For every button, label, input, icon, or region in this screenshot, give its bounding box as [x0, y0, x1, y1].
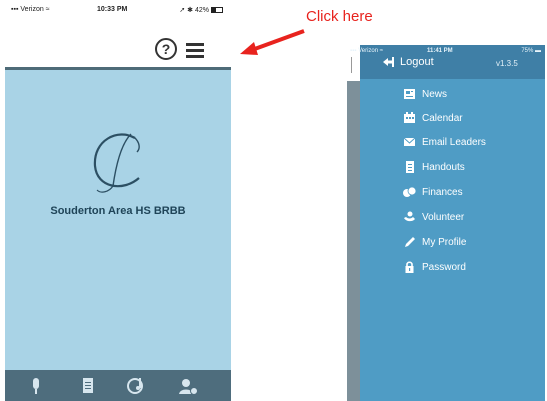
logout-label: Logout [400, 56, 434, 68]
logout-button[interactable]: Logout [382, 56, 434, 68]
app-version: v1.3.5 [496, 59, 518, 68]
menu-item-label: Calendar [422, 112, 463, 124]
menu-item-label: Password [422, 261, 466, 273]
menu-item-email-leaders[interactable]: Email Leaders [403, 135, 486, 149]
carrier-label: ▪▪▪ Verizon ≈ [11, 6, 50, 13]
user-gear-icon[interactable] [177, 376, 199, 396]
envelope-icon [403, 137, 416, 146]
status-time: 11:41 PM [427, 48, 453, 54]
status-time: 10:33 PM [97, 6, 128, 13]
menu-item-label: Email Leaders [422, 136, 486, 148]
battery-status: ➚ ✱ 42% [179, 6, 223, 14]
coins-icon [403, 186, 416, 197]
logo-c-icon [93, 133, 140, 193]
menu-item-label: My Profile [422, 236, 467, 248]
carrier-label: ▪▪▪ Verizon ≈ [350, 48, 384, 54]
red-arrow-icon [240, 29, 305, 55]
organization-name: Souderton Area HS BRBB [50, 205, 186, 217]
document-icon[interactable] [77, 376, 99, 396]
menu-item-handouts[interactable]: Handouts [403, 160, 465, 174]
home-content: Souderton Area HS BRBB [5, 70, 231, 370]
status-bar: ▪▪▪ Verizon ≈ 10:33 PM ➚ ✱ 42% [5, 0, 231, 20]
menu-item-volunteer[interactable]: Volunteer [403, 210, 464, 224]
question-circle-icon[interactable]: ? [155, 38, 177, 60]
music-calendar-icon[interactable] [125, 376, 147, 396]
left-phone-screen: ▪▪▪ Verizon ≈ 10:33 PM ➚ ✱ 42% ? Soudert… [5, 0, 231, 401]
side-drawer: Logout v1.3.5 News Calendar Email Leader… [360, 45, 545, 401]
app-header: ? [5, 20, 231, 70]
underlying-screen[interactable] [347, 45, 360, 401]
menu-item-password[interactable]: Password [403, 260, 466, 274]
menu-item-label: Handouts [422, 161, 465, 173]
handshake-icon [404, 211, 415, 222]
click-here-annotation: Click here [306, 8, 373, 25]
file-icon [406, 161, 414, 173]
menu-item-label: News [422, 88, 448, 100]
battery-icon [211, 7, 223, 14]
right-phone-screen: Logout v1.3.5 News Calendar Email Leader… [347, 45, 545, 401]
bottom-nav [5, 370, 231, 401]
microphone-icon[interactable] [25, 376, 47, 396]
menu-item-news[interactable]: News [403, 87, 447, 101]
calendar-icon [404, 112, 415, 123]
menu-item-finances[interactable]: Finances [403, 185, 463, 199]
lock-icon [405, 261, 414, 273]
hamburger-menu-icon[interactable] [186, 43, 204, 58]
logout-icon [383, 57, 394, 67]
menu-item-my-profile[interactable]: My Profile [403, 235, 466, 249]
menu-item-label: Finances [422, 186, 463, 198]
menu-item-label: Volunteer [422, 211, 465, 223]
menu-item-calendar[interactable]: Calendar [403, 111, 463, 125]
status-bar: ▪▪▪ Verizon ≈ 11:41 PM 75% ▬ [347, 45, 545, 57]
pencil-icon [405, 237, 415, 247]
battery-status: 75% ▬ [521, 48, 541, 54]
newspaper-icon [404, 89, 415, 99]
